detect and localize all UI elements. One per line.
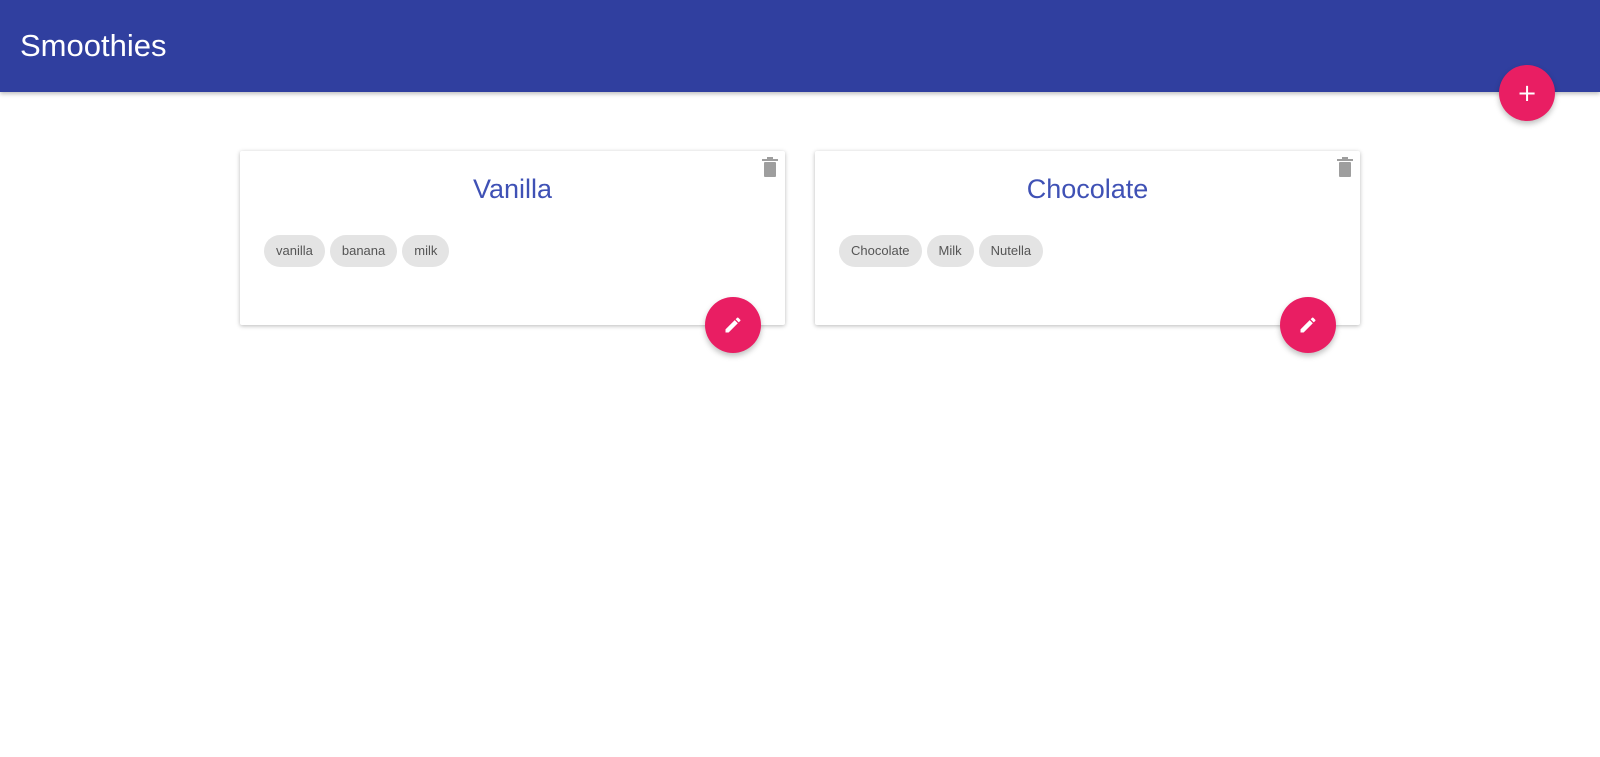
smoothie-card: Vanilla vanilla banana milk [240, 151, 785, 353]
add-smoothie-button[interactable]: + [1499, 65, 1555, 121]
edit-button[interactable] [705, 297, 761, 353]
smoothie-card: Chocolate Chocolate Milk Nutella [815, 151, 1360, 353]
navbar: Smoothies [0, 0, 1600, 92]
ingredient-chip: Milk [926, 235, 974, 267]
ingredient-chip: milk [402, 235, 450, 267]
app-title[interactable]: Smoothies [20, 26, 166, 66]
ingredient-chip: Nutella [978, 235, 1044, 267]
edit-button[interactable] [1280, 297, 1336, 353]
ingredient-list: vanilla banana milk [264, 235, 450, 267]
ingredient-chip: banana [329, 235, 398, 267]
smoothie-title: Vanilla [472, 174, 553, 204]
ingredient-chip: vanilla [264, 235, 325, 267]
ingredient-chip: Chocolate [839, 235, 922, 267]
smoothie-title: Chocolate [1026, 174, 1149, 204]
pencil-icon [725, 317, 741, 333]
ingredient-list: Chocolate Milk Nutella [839, 235, 1044, 267]
plus-icon: + [1516, 79, 1538, 107]
pencil-icon [1300, 317, 1316, 333]
